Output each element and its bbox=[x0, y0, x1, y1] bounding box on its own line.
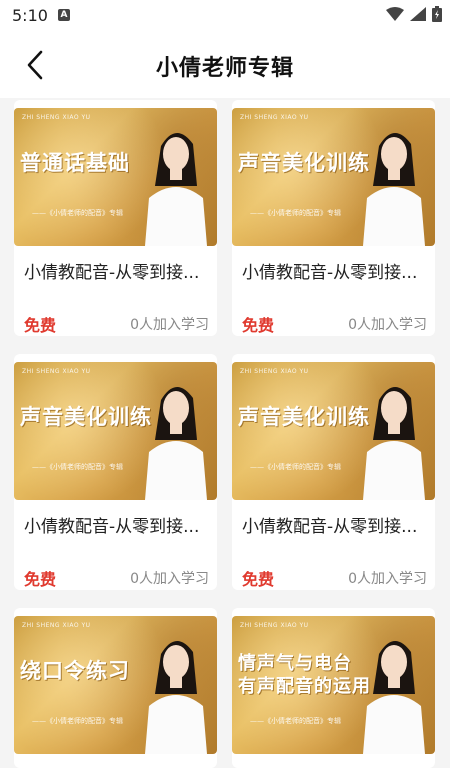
thumb-headline: 绕口令练习 bbox=[20, 659, 130, 683]
course-title[interactable]: 小倩教配音-从零到接... bbox=[24, 258, 210, 283]
course-card[interactable]: ZHI SHENG XIAO YU 普通话基础 ——《小倩老师的配音》专辑 小倩… bbox=[14, 100, 217, 336]
course-thumbnail[interactable]: ZHI SHENG XIAO YU 声音美化训练 ——《小倩老师的配音》专辑 bbox=[232, 108, 435, 246]
price-label: 免费 bbox=[24, 316, 57, 335]
notification-icon: A bbox=[58, 9, 70, 21]
course-card[interactable]: ZHI SHENG XIAO YU 声音美化训练 ——《小倩老师的配音》专辑 小… bbox=[232, 100, 435, 336]
course-thumbnail[interactable]: ZHI SHENG XIAO YU 普通话基础 ——《小倩老师的配音》专辑 bbox=[14, 108, 217, 246]
course-card[interactable]: ZHI SHENG XIAO YU 情声气与电台 有声配音的运用 ——《小倩老师… bbox=[232, 608, 435, 768]
thumb-subline: ——《小倩老师的配音》专辑 bbox=[250, 717, 341, 725]
learner-count: 0人加入学习 bbox=[130, 571, 209, 587]
thumb-subline: ——《小倩老师的配音》专辑 bbox=[32, 463, 123, 471]
thumb-brand: ZHI SHENG XIAO YU bbox=[240, 114, 309, 121]
thumb-subline: ——《小倩老师的配音》专辑 bbox=[32, 209, 123, 217]
price-label: 免费 bbox=[242, 316, 275, 335]
teacher-portrait bbox=[145, 640, 207, 754]
teacher-portrait bbox=[145, 386, 207, 500]
thumb-brand: ZHI SHENG XIAO YU bbox=[22, 368, 91, 375]
thumb-subline: ——《小倩老师的配音》专辑 bbox=[250, 209, 341, 217]
thumb-brand: ZHI SHENG XIAO YU bbox=[22, 114, 91, 121]
learner-count: 0人加入学习 bbox=[348, 571, 427, 587]
teacher-portrait bbox=[363, 640, 425, 754]
page-title: 小倩老师专辑 bbox=[155, 56, 294, 81]
status-time: 5:10 bbox=[12, 6, 48, 25]
thumb-brand: ZHI SHENG XIAO YU bbox=[22, 622, 91, 629]
course-thumbnail[interactable]: ZHI SHENG XIAO YU 情声气与电台 有声配音的运用 ——《小倩老师… bbox=[232, 616, 435, 754]
signal-icon bbox=[410, 7, 426, 21]
status-icons bbox=[386, 6, 442, 22]
thumb-subline: ——《小倩老师的配音》专辑 bbox=[32, 717, 123, 725]
teacher-portrait bbox=[363, 386, 425, 500]
thumb-brand: ZHI SHENG XIAO YU bbox=[240, 622, 309, 629]
course-card[interactable]: ZHI SHENG XIAO YU 声音美化训练 ——《小倩老师的配音》专辑 小… bbox=[232, 354, 435, 590]
course-title[interactable]: 小倩教配音-从零到接... bbox=[242, 512, 428, 537]
battery-icon bbox=[432, 6, 442, 22]
learner-count: 0人加入学习 bbox=[348, 317, 427, 333]
thumb-headline: 普通话基础 bbox=[20, 151, 130, 175]
course-card[interactable]: ZHI SHENG XIAO YU 声音美化训练 ——《小倩老师的配音》专辑 小… bbox=[14, 354, 217, 590]
course-thumbnail[interactable]: ZHI SHENG XIAO YU 绕口令练习 ——《小倩老师的配音》专辑 bbox=[14, 616, 217, 754]
teacher-portrait bbox=[145, 132, 207, 246]
thumb-headline: 情声气与电台 有声配音的运用 bbox=[238, 653, 371, 697]
status-bar: 5:10 A bbox=[0, 0, 450, 32]
price-label: 免费 bbox=[242, 570, 275, 589]
thumb-brand: ZHI SHENG XIAO YU bbox=[240, 368, 309, 375]
wifi-icon bbox=[386, 7, 404, 21]
course-thumbnail[interactable]: ZHI SHENG XIAO YU 声音美化训练 ——《小倩老师的配音》专辑 bbox=[232, 362, 435, 500]
thumb-headline: 声音美化训练 bbox=[20, 405, 152, 429]
course-title[interactable]: 小倩教配音-从零到接... bbox=[242, 258, 428, 283]
price-label: 免费 bbox=[24, 570, 57, 589]
course-title[interactable]: 小倩教配音-从零到接... bbox=[24, 512, 210, 537]
thumb-headline: 声音美化训练 bbox=[238, 151, 370, 175]
learner-count: 0人加入学习 bbox=[130, 317, 209, 333]
course-thumbnail[interactable]: ZHI SHENG XIAO YU 声音美化训练 ——《小倩老师的配音》专辑 bbox=[14, 362, 217, 500]
thumb-headline: 声音美化训练 bbox=[238, 405, 370, 429]
thumb-subline: ——《小倩老师的配音》专辑 bbox=[250, 463, 341, 471]
teacher-portrait bbox=[363, 132, 425, 246]
course-card[interactable]: ZHI SHENG XIAO YU 绕口令练习 ——《小倩老师的配音》专辑 bbox=[14, 608, 217, 768]
header: 小倩老师专辑 bbox=[0, 32, 450, 98]
